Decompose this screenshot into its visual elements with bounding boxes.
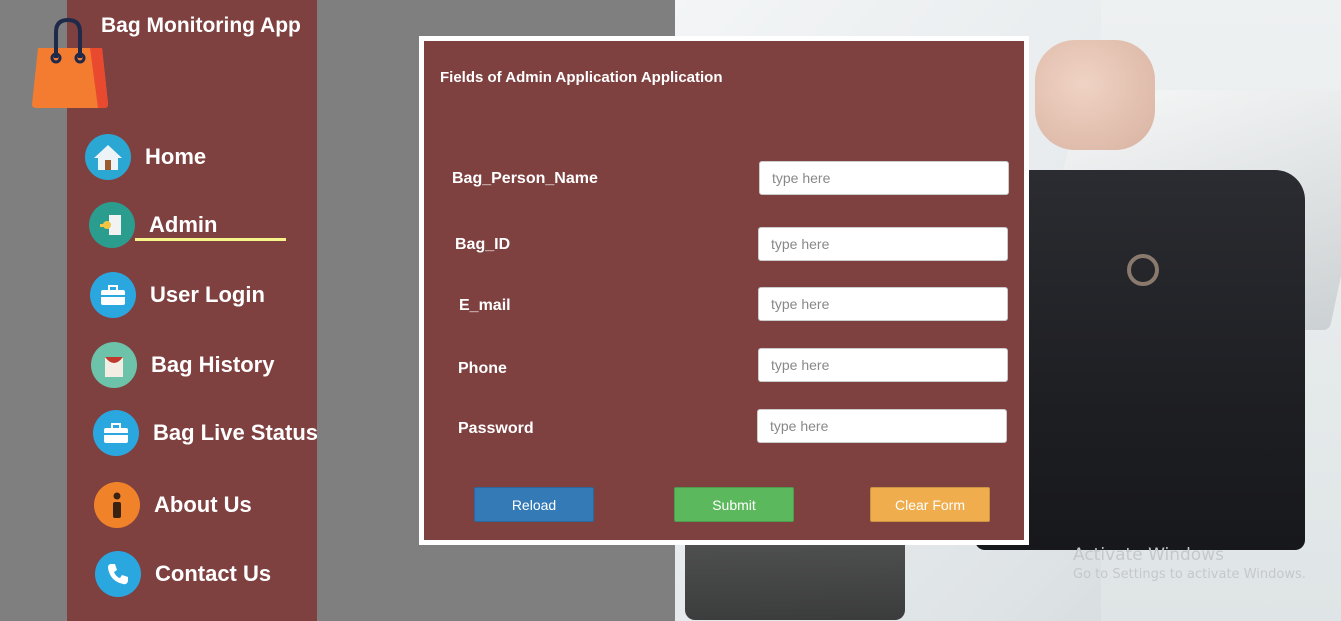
nav-item-about-us[interactable]: About Us <box>94 482 252 528</box>
nav-item-contact-us[interactable]: Contact Us <box>95 551 271 597</box>
email-input[interactable] <box>758 287 1008 321</box>
label-phone: Phone <box>458 360 507 377</box>
label-email: E_mail <box>459 297 511 314</box>
phone-input[interactable] <box>758 348 1008 382</box>
nav-label-home: Home <box>145 144 207 169</box>
photo-hand <box>1035 40 1155 150</box>
admin-key-icon <box>89 202 135 248</box>
bag-history-icon <box>91 342 137 388</box>
nav-label-admin: Admin <box>149 212 218 237</box>
clear-form-button[interactable]: Clear Form <box>870 487 990 522</box>
bag-person-name-input[interactable] <box>759 161 1009 195</box>
form-title: Fields of Admin Application Application <box>440 69 723 86</box>
nav-item-home[interactable]: Home <box>85 134 206 180</box>
watermark-line-1: Activate Windows <box>1073 545 1224 565</box>
nav-label-about-us: About Us <box>154 492 252 517</box>
shopping-bag-logo-icon <box>32 18 108 108</box>
activate-windows-watermark: Activate Windows Go to Settings to activ… <box>1073 545 1306 582</box>
nav-label-bag-live-status: Bag Live Status <box>153 420 319 445</box>
nav-label-bag-history: Bag History <box>151 352 275 377</box>
info-icon <box>94 482 140 528</box>
label-bag-person-name: Bag_Person_Name <box>452 170 598 187</box>
nav-item-bag-live-status[interactable]: Bag Live Status <box>93 410 318 456</box>
nav-item-bag-history[interactable]: Bag History <box>91 342 274 388</box>
reload-button[interactable]: Reload <box>474 487 594 522</box>
password-input[interactable] <box>757 409 1007 443</box>
admin-form-panel: Fields of Admin Application Application … <box>424 41 1024 540</box>
nav-label-user-login: User Login <box>150 282 265 307</box>
submit-button[interactable]: Submit <box>674 487 794 522</box>
briefcase-icon <box>93 410 139 456</box>
bag-id-input[interactable] <box>758 227 1008 261</box>
home-icon <box>85 134 131 180</box>
admin-form-modal: Fields of Admin Application Application … <box>419 36 1029 545</box>
phone-icon <box>95 551 141 597</box>
nav-item-user-login[interactable]: User Login <box>90 272 265 318</box>
watermark-line-2: Go to Settings to activate Windows. <box>1073 567 1306 582</box>
label-password: Password <box>458 420 534 437</box>
nav-item-admin[interactable]: Admin <box>89 202 217 248</box>
label-bag-id: Bag_ID <box>455 236 511 253</box>
nav-label-contact-us: Contact Us <box>155 561 272 586</box>
app-title: Bag Monitoring App <box>101 14 301 37</box>
photo-bag-ring <box>1127 254 1159 286</box>
briefcase-icon <box>90 272 136 318</box>
active-nav-underline <box>135 238 286 241</box>
